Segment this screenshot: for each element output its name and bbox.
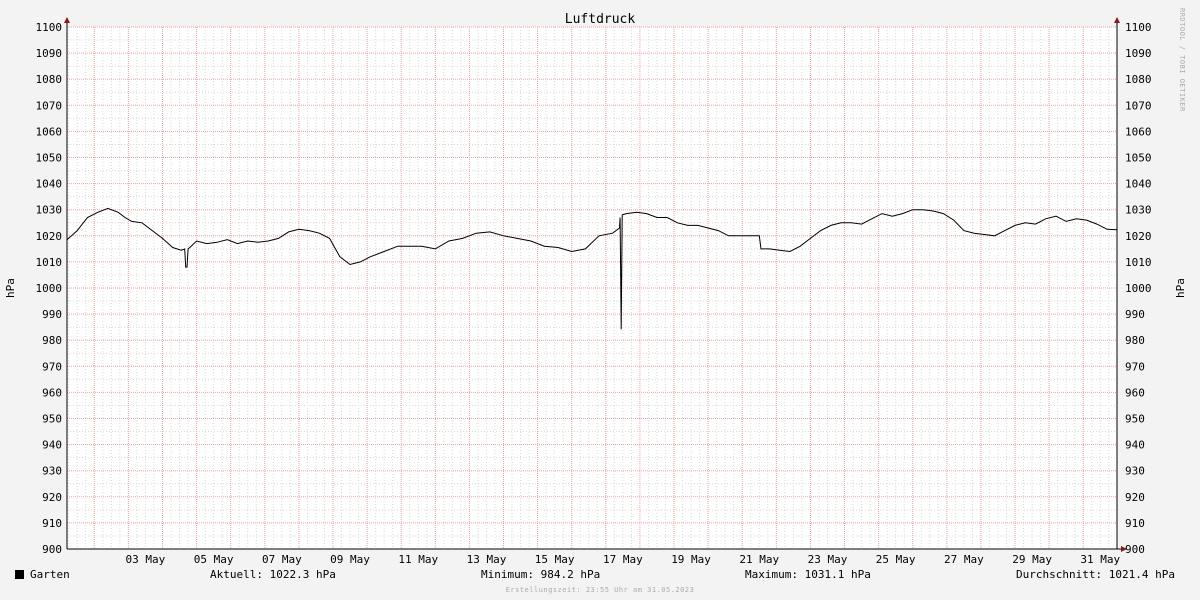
x-tick-label: 15 May [535, 553, 575, 566]
x-tick-label: 13 May [467, 553, 507, 566]
x-tick-label: 09 May [330, 553, 370, 566]
y-tick-label-right: 1060 [1125, 125, 1152, 138]
y-axis-label-left: hPa [4, 278, 17, 298]
legend-minimum: Minimum: 984.2 hPa [481, 568, 601, 581]
legend-entry: Garten [15, 568, 70, 581]
y-tick-label-left: 1040 [36, 178, 63, 191]
y-tick-label-right: 1040 [1125, 178, 1152, 191]
y-tick-label-left: 1010 [36, 256, 63, 269]
y-tick-label-left: 930 [42, 465, 62, 478]
y-axis-label-right: hPa [1174, 278, 1187, 298]
legend: Garten Aktuell: 1022.3 hPa Minimum: 984.… [0, 568, 1200, 584]
x-tick-label: 17 May [603, 553, 643, 566]
y-tick-label-right: 1030 [1125, 204, 1152, 217]
legend-current: Aktuell: 1022.3 hPa [210, 568, 336, 581]
x-tick-label: 31 May [1080, 553, 1120, 566]
x-tick-label: 19 May [671, 553, 711, 566]
y-tick-label-right: 1070 [1125, 99, 1152, 112]
x-tick-label: 29 May [1012, 553, 1052, 566]
y-tick-label-right: 920 [1125, 491, 1145, 504]
y-tick-label-left: 1020 [36, 230, 63, 243]
x-tick-label: 27 May [944, 553, 984, 566]
y-tick-label-left: 1000 [36, 282, 63, 295]
chart-frame: 900 900 910 910 920 920 930 930 940 940 950 950 960 9… [0, 0, 1200, 600]
y-tick-label-right: 990 [1125, 308, 1145, 321]
y-tick-label-right: 970 [1125, 360, 1145, 373]
y-tick-label-left: 1030 [36, 204, 63, 217]
y-tick-label-right: 1080 [1125, 73, 1152, 86]
y-tick-label-left: 1050 [36, 152, 63, 165]
creation-timestamp: Erstellungszeit: 23:55 Uhr am 31.05.2023 [505, 586, 695, 594]
y-tick-label-left: 1060 [36, 125, 63, 138]
chart-svg: 900 900 910 910 920 920 930 930 940 940 950 950 960 9… [4, 12, 1187, 566]
y-tick-label-left: 1090 [36, 47, 63, 60]
x-tick-label: 11 May [398, 553, 438, 566]
y-tick-label-left: 920 [42, 491, 62, 504]
x-tick-label: 25 May [876, 553, 916, 566]
y-tick-label-right: 940 [1125, 439, 1145, 452]
watermark: RRDTOOL / TOBI OETIKER [1178, 8, 1186, 112]
x-tick-label: 21 May [739, 553, 779, 566]
y-tick-label-left: 950 [42, 413, 62, 426]
y-tick-label-left: 1100 [36, 21, 63, 34]
y-tick-label-left: 980 [42, 334, 62, 347]
y-tick-label-left: 1080 [36, 73, 63, 86]
x-tick-label: 03 May [126, 553, 166, 566]
y-tick-label-right: 1000 [1125, 282, 1152, 295]
legend-series-name: Garten [30, 568, 70, 581]
y-tick-label-right: 1100 [1125, 21, 1152, 34]
x-tick-label: 05 May [194, 553, 234, 566]
y-tick-label-right: 1020 [1125, 230, 1152, 243]
y-tick-label-right: 910 [1125, 517, 1145, 530]
chart-title: Luftdruck [565, 12, 636, 27]
legend-swatch [15, 570, 24, 579]
x-tick-label: 07 May [262, 553, 302, 566]
y-axis-arrow-right [1114, 17, 1120, 23]
x-tick-label: 23 May [808, 553, 848, 566]
y-tick-label-left: 940 [42, 439, 62, 452]
y-tick-label-left: 1070 [36, 99, 63, 112]
y-tick-label-left: 910 [42, 517, 62, 530]
y-tick-label-right: 950 [1125, 413, 1145, 426]
y-tick-label-left: 990 [42, 308, 62, 321]
y-tick-label-right: 1050 [1125, 152, 1152, 165]
y-axis-arrow-left [64, 17, 70, 23]
y-tick-label-left: 900 [42, 543, 62, 556]
y-tick-label-right: 980 [1125, 334, 1145, 347]
legend-maximum: Maximum: 1031.1 hPa [745, 568, 871, 581]
y-tick-label-right: 1090 [1125, 47, 1152, 60]
legend-average: Durchschnitt: 1021.4 hPa [1016, 568, 1175, 581]
y-tick-label-right: 930 [1125, 465, 1145, 478]
y-tick-label-left: 960 [42, 386, 62, 399]
y-tick-label-right: 960 [1125, 386, 1145, 399]
y-tick-label-right: 1010 [1125, 256, 1152, 269]
y-tick-label-left: 970 [42, 360, 62, 373]
y-tick-label-right: 900 [1125, 543, 1145, 556]
